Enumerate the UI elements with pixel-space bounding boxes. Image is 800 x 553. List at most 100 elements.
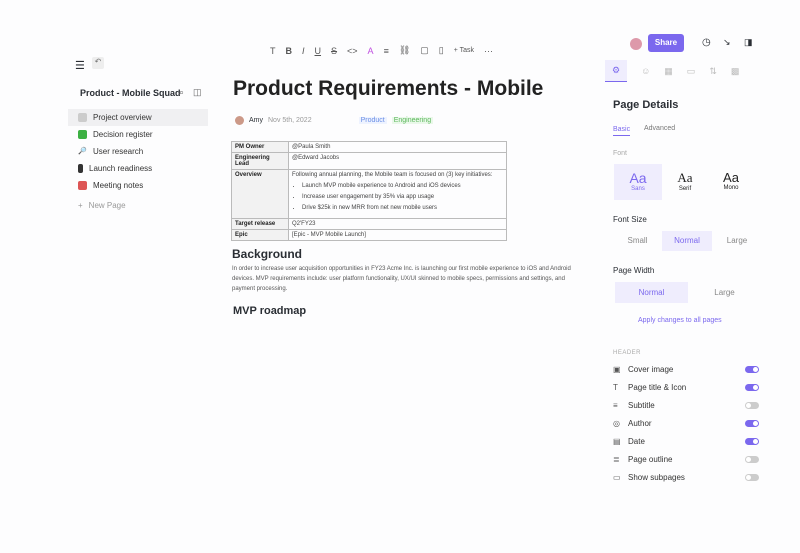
text-color-button[interactable]: A: [368, 46, 374, 56]
sidebar-item-meeting-notes[interactable]: Meeting notes: [68, 177, 208, 194]
bullet: Increase user engagement by 35% via app …: [302, 194, 503, 200]
table-row: Epic [Epic - MVP Mobile Launch]: [231, 229, 507, 241]
layout-tab-icon[interactable]: ▦: [664, 66, 673, 77]
toggle-label: Page title & Icon: [628, 382, 687, 392]
toggle-row: ≡ Subtitle: [613, 396, 759, 414]
more-button[interactable]: ···: [484, 46, 493, 56]
author-icon: ◎: [613, 418, 620, 428]
italic-button[interactable]: I: [302, 46, 305, 56]
header-section-label: HEADER: [613, 350, 642, 356]
font-serif-option[interactable]: Aa Serif: [662, 164, 708, 200]
page-width-options: Normal Large: [615, 282, 761, 303]
page-title-icon-icon: T: [613, 382, 618, 392]
overview-cell: Following annual planning, the Mobile te…: [288, 169, 507, 219]
header-toggles: ▣ Cover image T Page title & Icon ≡ Subtitle ◎…: [613, 360, 759, 486]
size-normal[interactable]: Normal: [662, 231, 712, 251]
toggle-switch[interactable]: [745, 437, 759, 445]
search-icon[interactable]: ⌕: [179, 87, 184, 98]
panel-toggle-icon[interactable]: ◨: [744, 37, 753, 48]
date-icon: ▤: [613, 436, 621, 446]
toggle-switch[interactable]: [745, 365, 759, 373]
comment-icon[interactable]: ▢: [420, 45, 429, 56]
eng-lead-mention[interactable]: @Edward Jacobs: [288, 152, 507, 170]
toggle-switch[interactable]: [745, 455, 759, 463]
panel-tabs: ⚙ ☺ ▦ ▭ ⇅ ▩: [605, 60, 739, 82]
toggle-row: ▣ Cover image: [613, 360, 759, 378]
toggle-row: ▭ Show subpages: [613, 468, 759, 486]
underline-button[interactable]: U: [315, 46, 322, 56]
plus-icon: +: [78, 201, 83, 210]
cover-image-icon: ▣: [613, 364, 621, 374]
pm-owner-mention[interactable]: @Paula Smith: [288, 141, 507, 153]
traffic-light-icon: [78, 164, 83, 173]
toggle-row: ≣ Page outline: [613, 450, 759, 468]
font-sans-option[interactable]: Aa Sans: [614, 164, 662, 200]
calendar-icon: [78, 181, 87, 190]
sidebar-item-launch-readiness[interactable]: Launch readiness: [68, 160, 208, 177]
epic-link[interactable]: [Epic - MVP Mobile Launch]: [288, 229, 507, 241]
font-name: Mono: [723, 185, 739, 191]
add-task-button[interactable]: + Task: [454, 47, 474, 54]
code-button[interactable]: <>: [347, 46, 358, 56]
magnifier-icon: 🔎: [78, 148, 87, 155]
toggle-label: Page outline: [628, 454, 673, 464]
people-tab-icon[interactable]: ☺: [641, 66, 650, 76]
font-glyph: Aa: [723, 170, 739, 185]
panel-title: Page Details: [613, 99, 679, 111]
strikethrough-button[interactable]: S: [331, 46, 337, 56]
author-name[interactable]: Amy: [249, 117, 263, 124]
size-large[interactable]: Large: [712, 231, 762, 251]
width-large[interactable]: Large: [688, 282, 761, 303]
new-page-button[interactable]: + New Page: [68, 197, 208, 214]
page-outline-icon: ≣: [613, 454, 620, 464]
sidebar-item-user-research[interactable]: 🔎 User research: [68, 143, 208, 160]
settings-tab-icon[interactable]: ⚙: [605, 60, 628, 82]
tab-advanced[interactable]: Advanced: [644, 125, 675, 132]
undo-icon[interactable]: ↶: [92, 57, 104, 69]
toggle-switch[interactable]: [745, 401, 759, 409]
widgets-tab-icon[interactable]: ▩: [731, 66, 740, 77]
show-subpages-icon: ▭: [613, 472, 621, 482]
subtitle-icon: ≡: [613, 400, 618, 410]
history-icon[interactable]: ◷: [702, 37, 711, 48]
sidebar-item-decision-register[interactable]: Decision register: [68, 126, 208, 143]
toggle-switch[interactable]: [745, 383, 759, 391]
apply-all-link[interactable]: Apply changes to all pages: [638, 317, 722, 324]
sidebar-item-label: Decision register: [93, 130, 153, 139]
font-label: Font: [613, 150, 628, 157]
page-title: Product Requirements - Mobile: [233, 77, 544, 100]
sidebar-list: Project overview Decision register 🔎 User…: [68, 109, 208, 214]
collapse-sidebar-icon[interactable]: ◫: [193, 87, 202, 98]
sort-tab-icon[interactable]: ⇅: [709, 66, 717, 77]
new-page-label: New Page: [88, 201, 126, 210]
sidebar-item-label: Launch readiness: [89, 164, 153, 173]
toggle-label: Subtitle: [628, 400, 655, 410]
font-name: Serif: [678, 186, 692, 192]
bold-button[interactable]: B: [286, 46, 293, 56]
width-normal[interactable]: Normal: [615, 282, 688, 303]
share-button[interactable]: Share: [648, 34, 684, 52]
tab-basic[interactable]: Basic: [613, 126, 631, 136]
row-label: Target release: [231, 218, 289, 230]
comments-tab-icon[interactable]: ▭: [687, 66, 696, 77]
text-style-button[interactable]: T: [270, 46, 276, 56]
size-small[interactable]: Small: [613, 231, 662, 251]
doc-date: Nov 5th, 2022: [268, 117, 312, 124]
doc-icon[interactable]: ▯: [439, 45, 444, 56]
toggle-switch[interactable]: [745, 419, 759, 427]
sidebar-item-project-overview[interactable]: Project overview: [68, 109, 208, 126]
tag-product[interactable]: Product: [358, 117, 387, 124]
decision-icon: [78, 130, 87, 139]
requirements-table: PM Owner @Paula Smith Engineering Lead @Ed…: [231, 141, 507, 241]
user-avatar[interactable]: [630, 38, 642, 50]
font-mono-option[interactable]: Aa Mono: [708, 164, 754, 200]
toggle-label: Show subpages: [628, 472, 685, 482]
align-button[interactable]: ≡: [384, 46, 389, 56]
collapse-icon[interactable]: ↘: [723, 37, 731, 48]
font-size-label: Font Size: [613, 215, 647, 224]
toggle-switch[interactable]: [745, 473, 759, 481]
menu-icon[interactable]: ☰: [75, 59, 85, 72]
tag-engineering[interactable]: Engineering: [391, 117, 434, 124]
link-icon[interactable]: ⛓: [399, 45, 410, 56]
background-heading: Background: [232, 247, 303, 261]
